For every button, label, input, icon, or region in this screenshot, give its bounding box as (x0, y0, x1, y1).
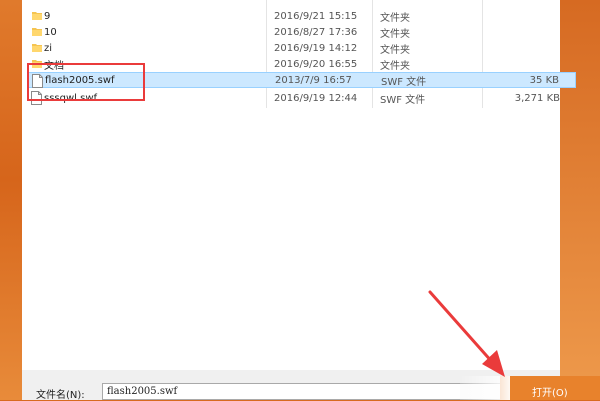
file-type: SWF 文件 (381, 76, 427, 88)
open-button[interactable]: 打开(O) (500, 376, 600, 400)
file-size: 35 KB (529, 74, 559, 86)
file-row-zi[interactable]: zi 2016/9/19 14:12 文件夹 (28, 40, 576, 56)
file-date: 2016/8/27 17:36 (274, 26, 358, 38)
file-row-10[interactable]: 10 2016/8/27 17:36 文件夹 (28, 24, 576, 40)
file-name: 9 (44, 10, 51, 22)
file-type: SWF 文件 (380, 94, 426, 106)
file-name: 10 (44, 26, 57, 38)
filename-input[interactable]: flash2005.swf (102, 383, 522, 400)
file-size: 3,271 KB (514, 92, 560, 104)
filename-label: 文件名(N): (36, 390, 85, 401)
file-type: 文件夹 (380, 28, 410, 40)
file-date: 2013/7/9 16:57 (275, 74, 352, 86)
file-row-9[interactable]: 9 2016/9/21 15:15 文件夹 (28, 8, 576, 24)
file-date: 2016/9/20 16:55 (274, 58, 358, 70)
folder-icon (32, 44, 42, 52)
folder-icon (32, 28, 42, 36)
file-name: zi (44, 42, 53, 54)
watermark-blur (460, 376, 510, 400)
file-type: 文件夹 (380, 44, 410, 56)
file-type: 文件夹 (380, 12, 410, 24)
file-date: 2016/9/19 14:12 (274, 42, 358, 54)
folder-icon (32, 12, 42, 20)
file-type: 文件夹 (380, 60, 410, 72)
file-date: 2016/9/21 15:15 (274, 10, 358, 22)
red-highlight-box (27, 63, 145, 101)
file-date: 2016/9/19 12:44 (274, 92, 358, 104)
file-open-dialog: 9 2016/9/21 15:15 文件夹 10 2016/8/27 17:36… (22, 0, 576, 400)
